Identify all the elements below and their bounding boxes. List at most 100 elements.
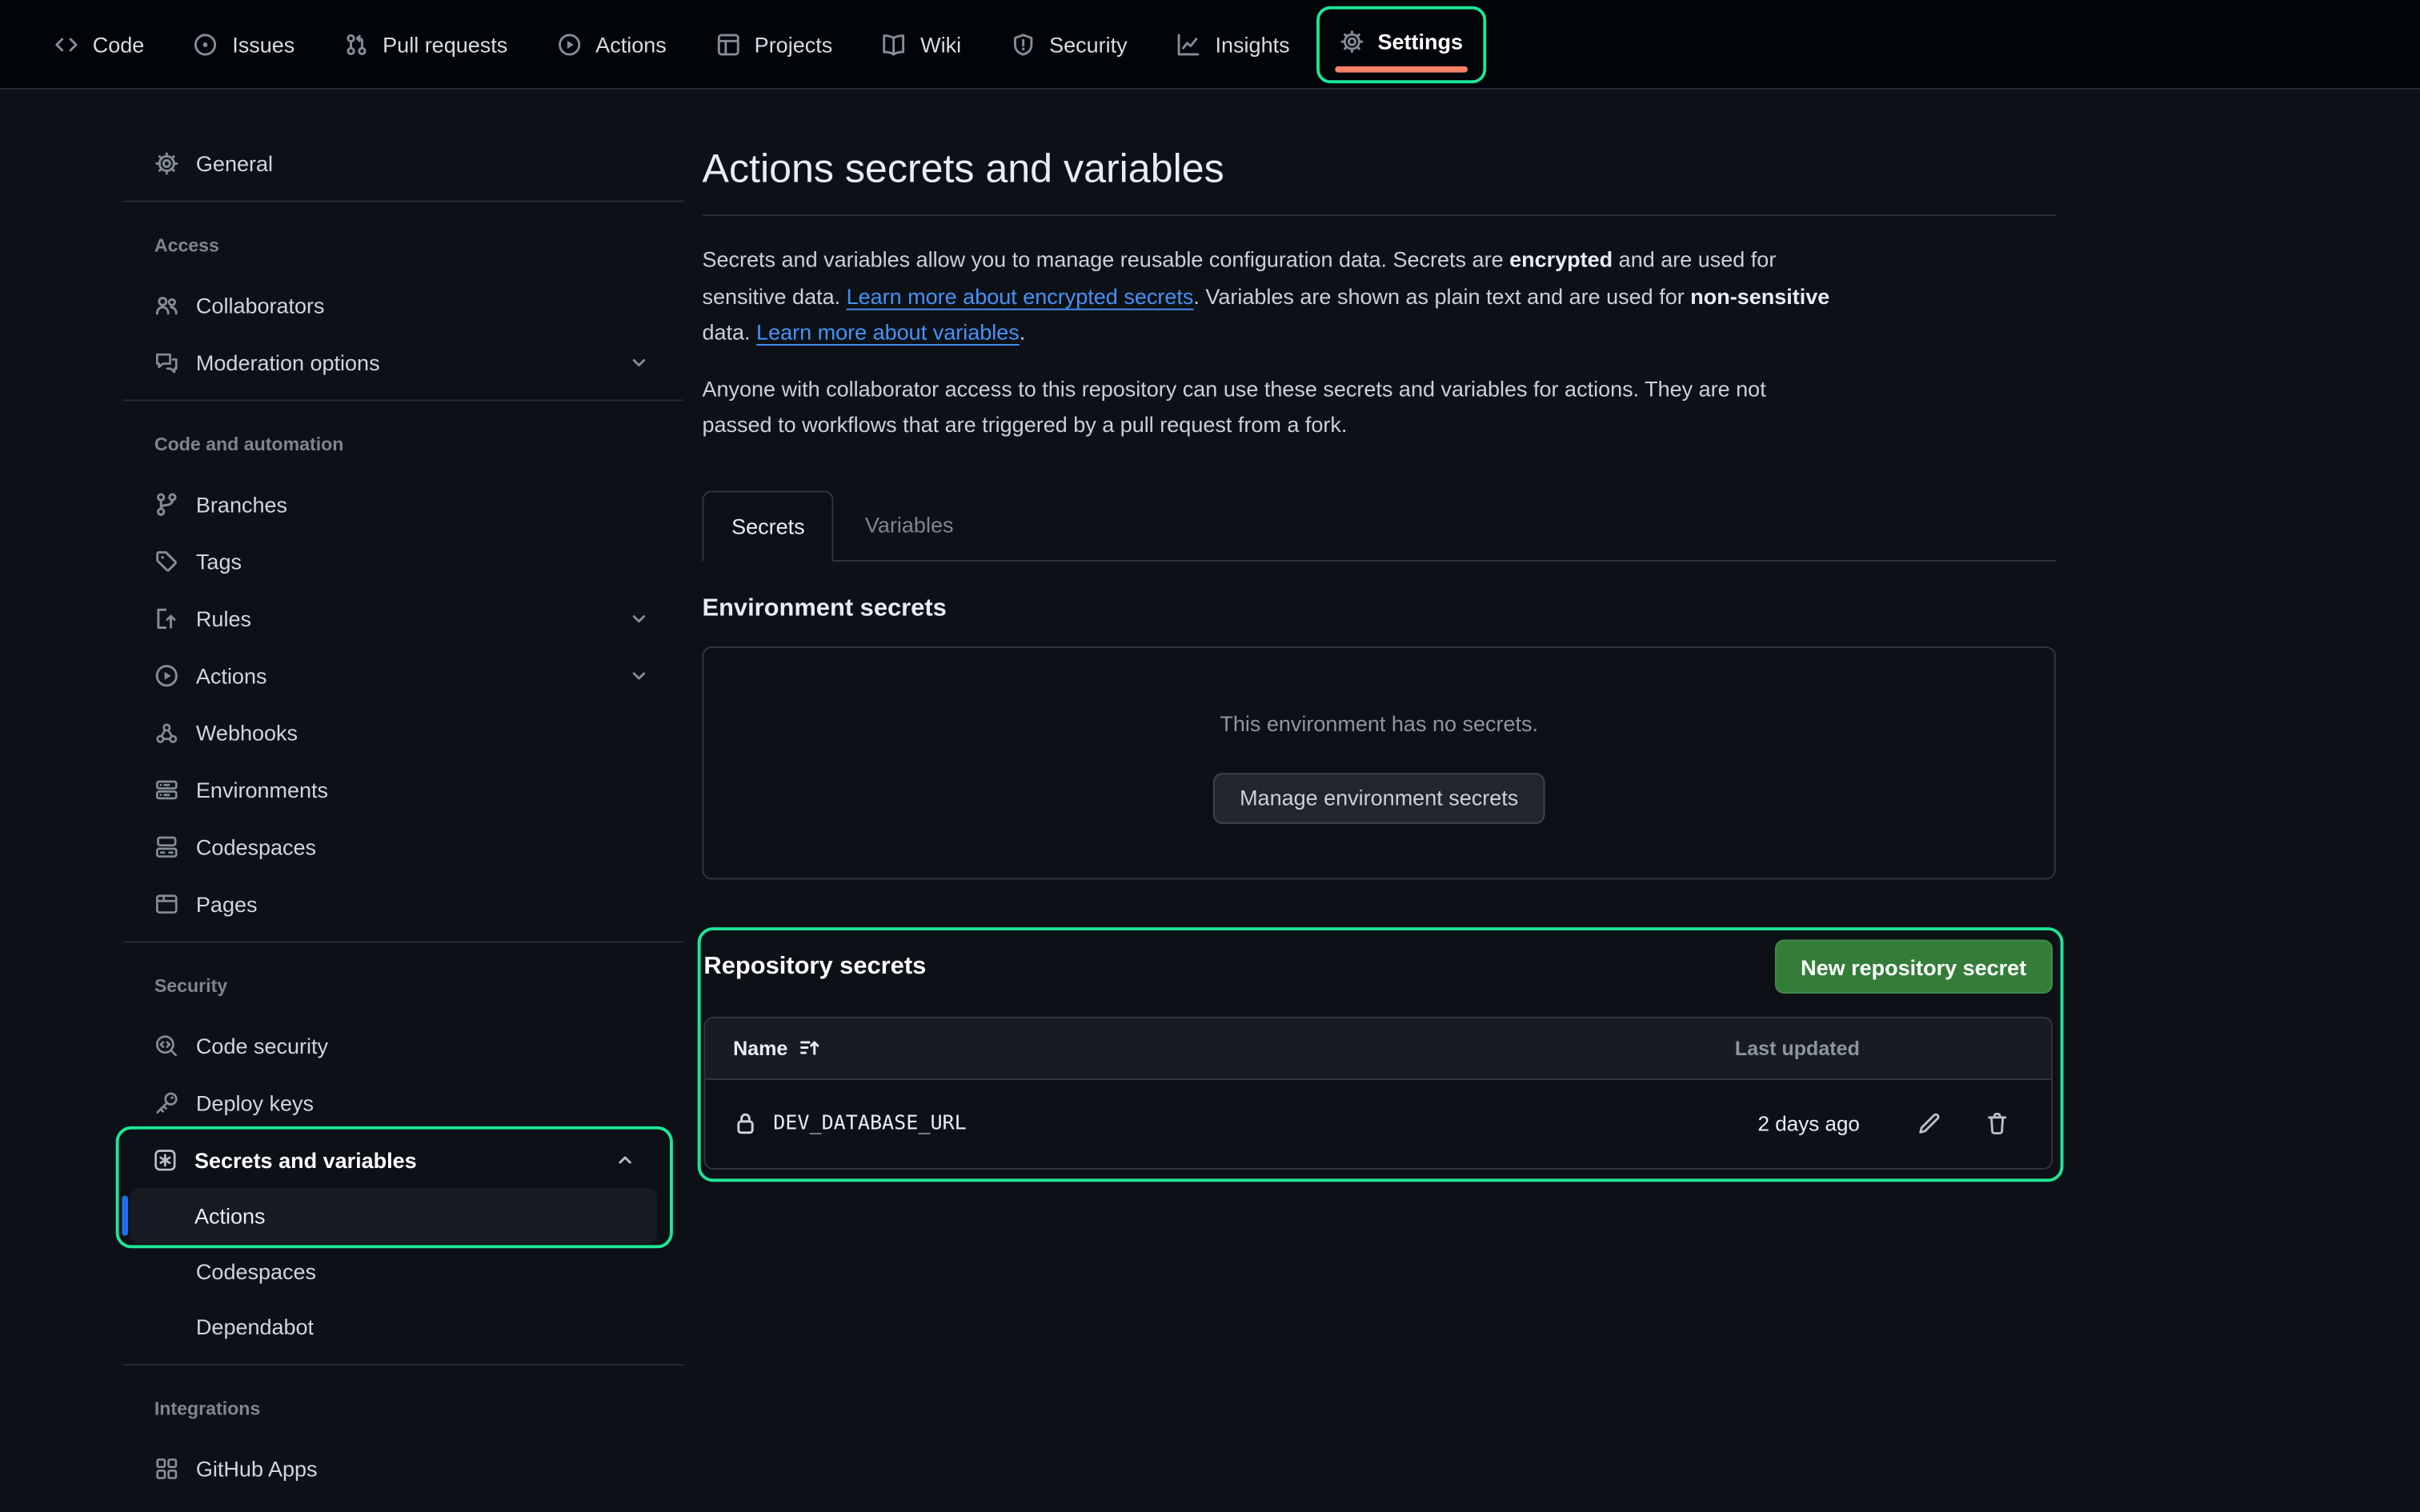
link-encrypted-secrets[interactable]: Learn more about encrypted secrets: [847, 283, 1194, 308]
sidebar-item-moderation-options[interactable]: Moderation options: [123, 334, 683, 390]
intro-bold-non-sensitive: non-sensitive: [1690, 283, 1829, 308]
sidebar-section-code-and-automation: Code and automation: [123, 422, 683, 466]
tab-security[interactable]: Security: [1011, 32, 1128, 57]
sidebar-section-security: Security: [123, 964, 683, 1007]
tab-settings[interactable]: Settings: [1339, 29, 1463, 54]
column-label: Name: [733, 1036, 787, 1059]
sidebar-item-label: GitHub Apps: [196, 1456, 318, 1481]
sidebar-item-dependabot-secrets[interactable]: Dependabot: [123, 1299, 683, 1354]
sidebar-item-label: Actions: [196, 662, 267, 687]
edit-secret-button[interactable]: [1906, 1100, 1953, 1146]
sidebar-item-label: Codespaces: [196, 1259, 316, 1284]
codespaces-icon: [154, 834, 179, 858]
sidebar-item-webhooks[interactable]: Webhooks: [123, 703, 683, 760]
sidebar-item-label: Environments: [196, 777, 328, 802]
intro-text: data.: [702, 319, 756, 344]
sidebar-item-actions-secrets[interactable]: Actions: [130, 1188, 658, 1243]
title-divider: [702, 214, 2055, 216]
sidebar-section-integrations: Integrations: [123, 1387, 683, 1430]
table-row: DEV_DATABASE_URL 2 days ago: [705, 1079, 2051, 1167]
tab-actions[interactable]: Actions: [557, 32, 667, 57]
tab-insights[interactable]: Insights: [1176, 32, 1289, 57]
tab-wiki[interactable]: Wiki: [882, 32, 961, 57]
tab-variables[interactable]: Variables: [837, 490, 981, 559]
project-icon: [715, 32, 740, 57]
sidebar-divider: [123, 941, 683, 942]
sidebar-divider: [123, 201, 683, 202]
page-title: Actions secrets and variables: [702, 142, 2055, 194]
settings-content: Actions secrets and variables Secrets an…: [702, 90, 2055, 1181]
asterisk-box-icon: [153, 1147, 178, 1172]
sidebar-item-label: Rules: [196, 606, 251, 630]
sidebar-item-label: Secrets and variables: [194, 1147, 417, 1172]
manage-environment-secrets-button[interactable]: Manage environment secrets: [1213, 772, 1545, 823]
shield-icon: [1011, 32, 1036, 57]
repository-secrets-heading: Repository secrets: [703, 953, 926, 981]
tab-pull-requests[interactable]: Pull requests: [344, 32, 507, 57]
sidebar-item-actions[interactable]: Actions: [123, 646, 683, 703]
sidebar-item-label: Tags: [196, 549, 242, 574]
git-branch-icon: [154, 491, 179, 516]
link-variables[interactable]: Learn more about variables: [756, 319, 1020, 344]
code-icon: [54, 32, 78, 57]
chevron-up-icon: [615, 1149, 636, 1170]
paragraph-text: passed to workflows that are triggered b…: [702, 412, 1347, 437]
sidebar-item-collaborators[interactable]: Collaborators: [123, 276, 683, 333]
sidebar-item-codespaces[interactable]: Codespaces: [123, 818, 683, 874]
sidebar-item-label: General: [196, 150, 273, 175]
sidebar-item-label: Webhooks: [196, 720, 298, 745]
paragraph-text: Anyone with collaborator access to this …: [702, 376, 1765, 401]
repository-secrets-highlight: Repository secrets New repository secret…: [698, 926, 2064, 1181]
gear-icon: [154, 150, 179, 175]
comment-discussion-icon: [154, 350, 179, 374]
sidebar-item-label: Code security: [196, 1033, 328, 1058]
secrets-and-variables-highlight: Secrets and variables Actions: [116, 1126, 673, 1248]
graph-icon: [1176, 32, 1201, 57]
rules-icon: [154, 606, 179, 630]
intro-paragraph: Secrets and variables allow you to manag…: [702, 242, 2055, 351]
intro-text: Secrets and variables allow you to manag…: [702, 247, 1509, 272]
browser-icon: [154, 891, 179, 916]
settings-sidebar: General Access Collaborators Moderation …: [123, 90, 683, 1512]
empty-state-text: This environment has no secrets.: [703, 710, 2053, 735]
tab-projects[interactable]: Projects: [715, 32, 832, 57]
sidebar-item-deploy-keys[interactable]: Deploy keys: [123, 1074, 683, 1130]
webhook-icon: [154, 720, 179, 745]
repository-secrets-table: Name Last updated DEV_DATABASE_URL 2 day…: [703, 1016, 2053, 1169]
sidebar-item-label: Collaborators: [196, 292, 325, 317]
sidebar-item-label: Deploy keys: [196, 1090, 314, 1115]
tab-code[interactable]: Code: [54, 32, 144, 57]
sidebar-item-code-security[interactable]: Code security: [123, 1017, 683, 1074]
server-icon: [154, 777, 179, 802]
apps-icon: [154, 1456, 179, 1481]
sidebar-item-github-apps[interactable]: GitHub Apps: [123, 1439, 683, 1496]
column-header-name[interactable]: Name: [705, 1035, 1628, 1060]
tab-label: Settings: [1378, 29, 1464, 54]
trash-icon: [1985, 1111, 2009, 1136]
secret-updated-cell: 2 days ago: [1629, 1112, 1860, 1135]
sidebar-item-general[interactable]: General: [123, 134, 683, 191]
sidebar-item-tags[interactable]: Tags: [123, 532, 683, 589]
sidebar-item-pages[interactable]: Pages: [123, 874, 683, 931]
sidebar-item-branches[interactable]: Branches: [123, 475, 683, 532]
sidebar-item-codespaces-secrets[interactable]: Codespaces: [123, 1243, 683, 1298]
sidebar-item-rules[interactable]: Rules: [123, 590, 683, 646]
column-header-last-updated: Last updated: [1629, 1036, 1860, 1059]
tab-secrets[interactable]: Secrets: [702, 490, 834, 561]
delete-secret-button[interactable]: [1974, 1100, 2021, 1146]
sidebar-item-email-notifications[interactable]: Email notifications: [123, 1497, 683, 1512]
chevron-down-icon: [628, 664, 650, 686]
intro-text: . Variables are shown as plain text and …: [1193, 283, 1690, 308]
tab-label: Pull requests: [383, 32, 507, 57]
play-icon: [557, 32, 582, 57]
sidebar-item-label: Codespaces: [196, 834, 316, 858]
sidebar-item-environments[interactable]: Environments: [123, 761, 683, 818]
new-repository-secret-button[interactable]: New repository secret: [1774, 939, 2053, 994]
intro-text: sensitive data.: [702, 283, 846, 308]
tab-issues[interactable]: Issues: [194, 32, 294, 57]
sidebar-item-secrets-and-variables[interactable]: Secrets and variables: [118, 1131, 669, 1188]
secrets-variables-tabnav: Secrets Variables: [702, 490, 2055, 561]
sidebar-item-label: Dependabot: [196, 1314, 314, 1339]
secret-actions-cell: [1860, 1100, 2051, 1146]
repository-secrets-header: Repository secrets New repository secret: [703, 936, 2053, 998]
